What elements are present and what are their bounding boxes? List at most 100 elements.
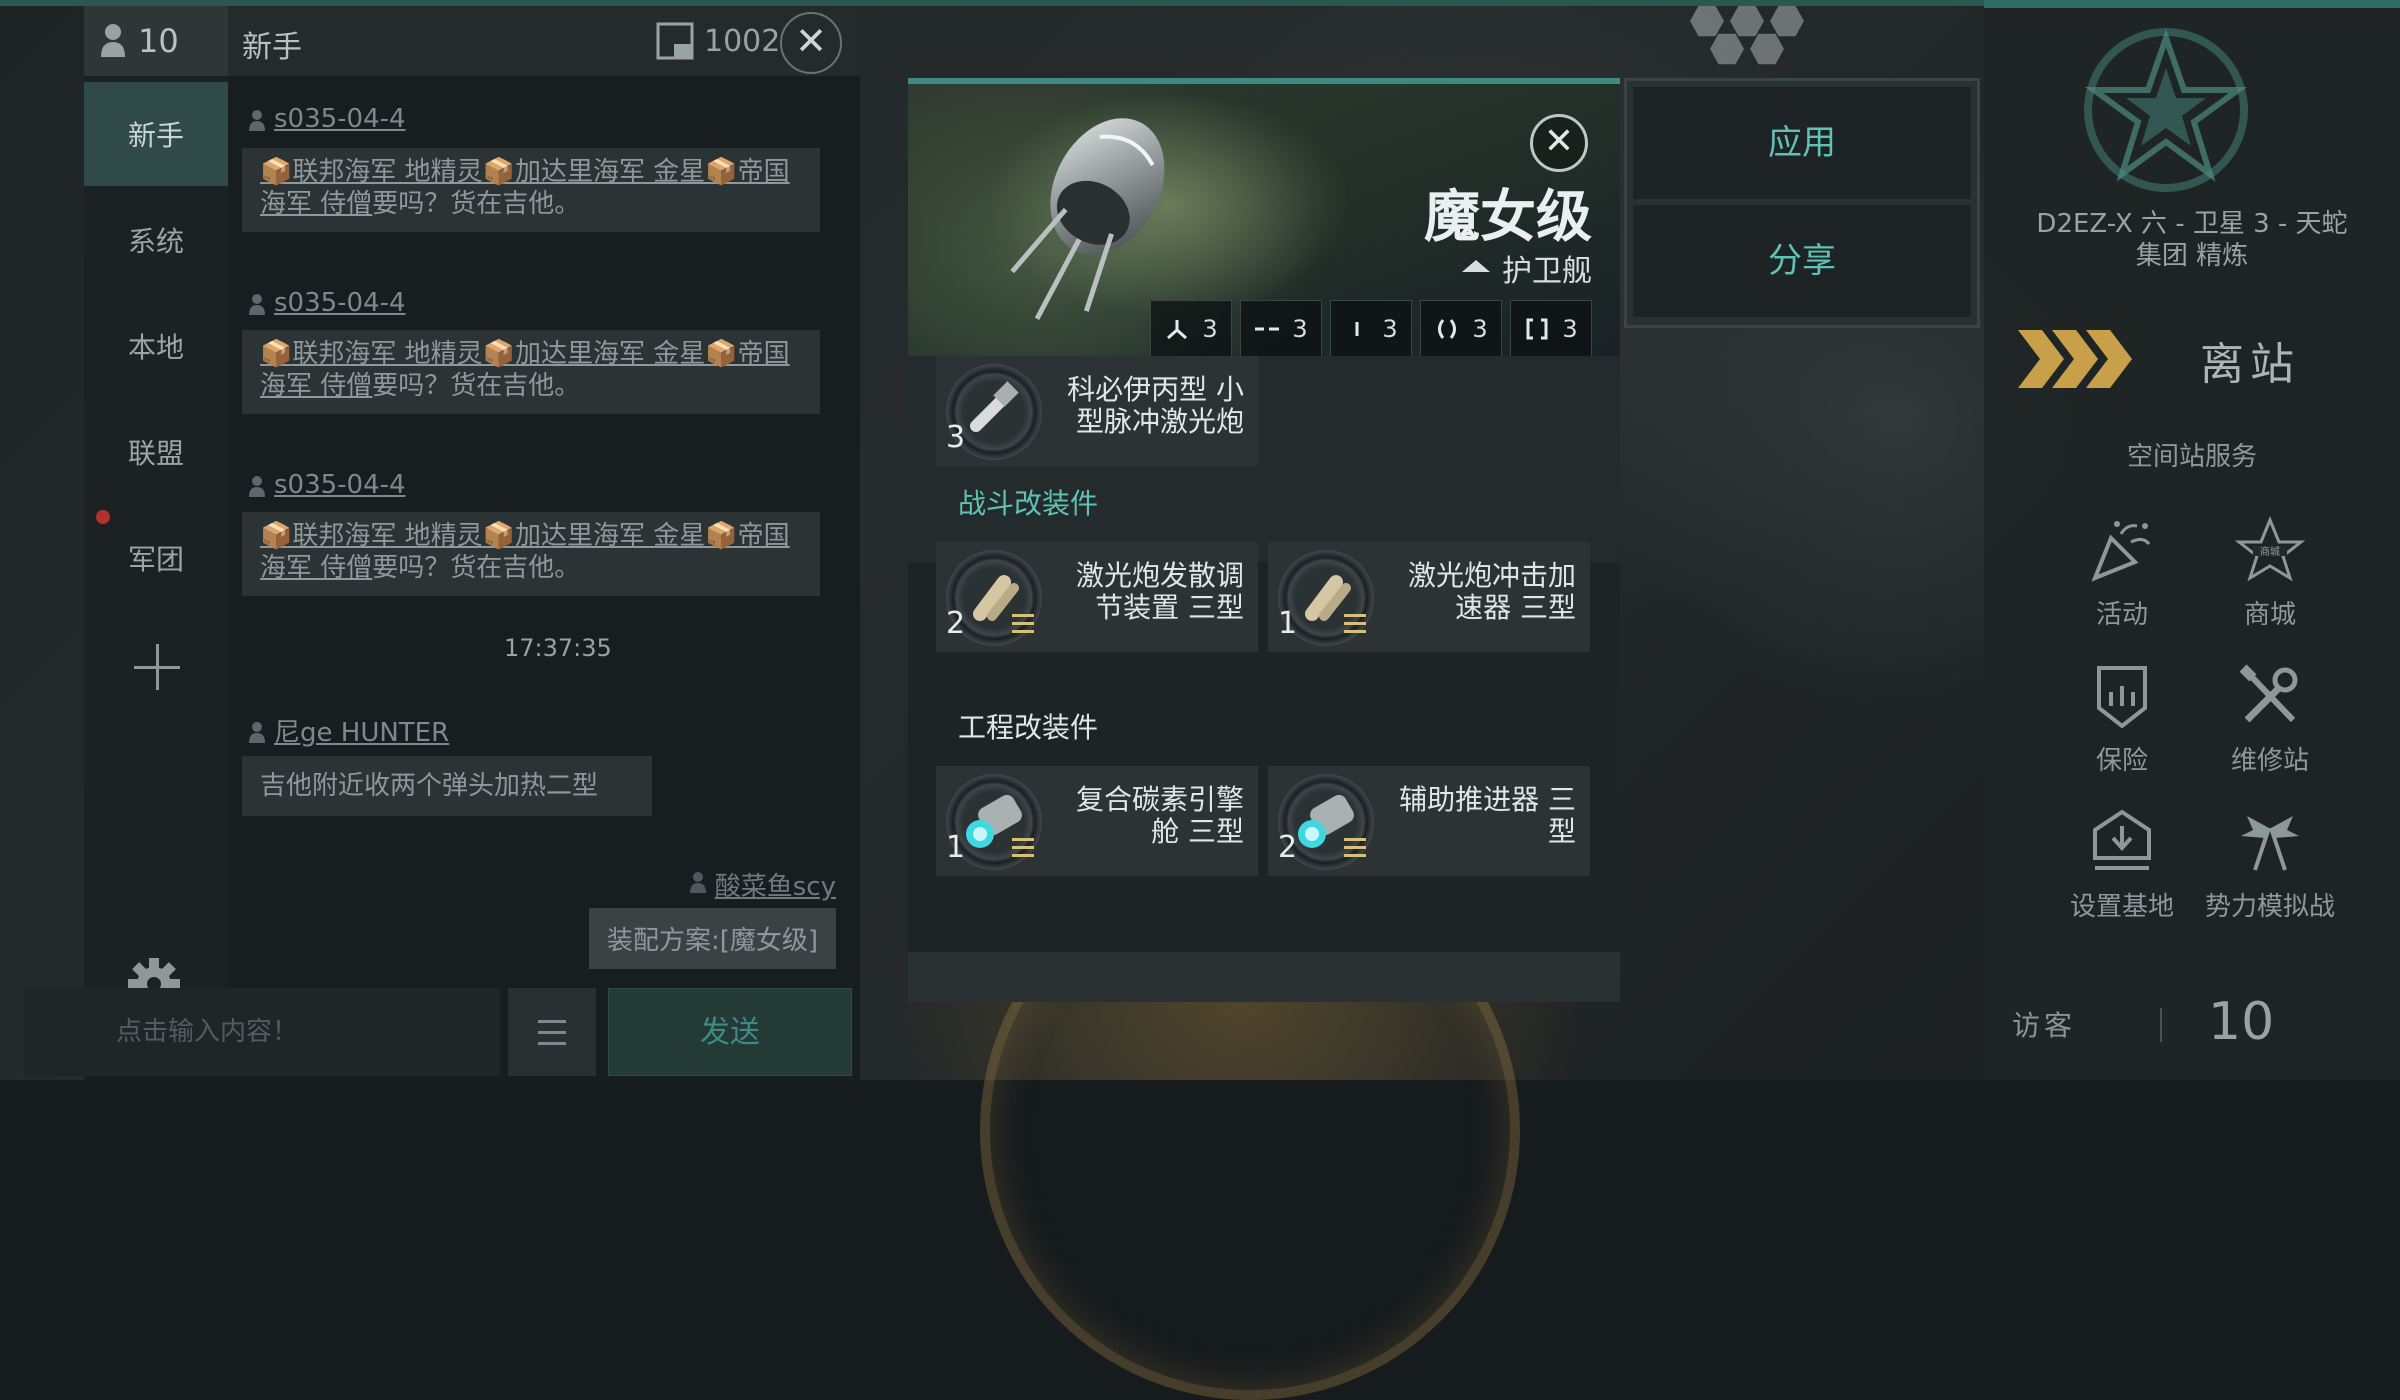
services-title: 空间站服务 (2126, 442, 2257, 472)
service-faction-battle[interactable]: 势力模拟战 (2190, 808, 2350, 923)
fitting-list: 3 科必伊丙型 小型脉冲激光炮 战斗改装件 2 激光炮发散调节装置 三型 1 激… (908, 356, 1620, 1002)
chat-input-row: 点击输入内容！ 发送 (24, 980, 860, 1080)
message-sender[interactable]: s035-04-4 (248, 104, 406, 134)
bracket-slot-icon (1524, 316, 1550, 342)
slot-weapon: 3 (1150, 300, 1232, 356)
slot-low: 3 (1420, 300, 1502, 356)
tier-three-icon (1344, 838, 1366, 858)
chevrons-icon (2018, 330, 2132, 388)
module-card-engineering-2[interactable]: 2 辅助推进器 三型 (1268, 766, 1590, 876)
slot-mid: 3 (1330, 300, 1412, 356)
faction-battle-icon (2235, 808, 2305, 878)
module-card-combat-2[interactable]: 1 激光炮冲击加速器 三型 (1268, 542, 1590, 652)
member-count: 10 (138, 22, 179, 60)
engineering-section-title: 工程改装件 (958, 711, 1099, 744)
svg-text:商城: 商城 (2260, 545, 2280, 558)
party-popper-icon (2087, 516, 2157, 586)
message-sender[interactable]: s035-04-4 (248, 288, 406, 318)
undock-button[interactable]: 离站 (2014, 318, 2374, 398)
send-button[interactable]: 发送 (608, 988, 852, 1076)
member-count-button[interactable]: 10 (84, 6, 228, 76)
channel-tab-system[interactable]: 系统 (84, 188, 228, 292)
service-activity[interactable]: 活动 (2042, 516, 2202, 631)
corporation-emblem-icon (2076, 20, 2256, 200)
message-timestamp: 17:37:35 (504, 634, 612, 662)
module-quantity: 2 (1278, 830, 1298, 865)
close-icon: ✕ (795, 19, 827, 63)
station-accent-line (1984, 0, 2400, 8)
module-name: 激光炮发散调节装置 三型 (1075, 559, 1244, 624)
chat-input[interactable]: 点击输入内容！ (24, 988, 500, 1076)
message-bubble[interactable]: 吉他附近收两个弹头加热二型 (242, 756, 652, 816)
channel-tab-local[interactable]: 本地 (84, 294, 228, 398)
chat-close-button[interactable]: ✕ (780, 12, 842, 74)
message-bubble[interactable]: 📦联邦海军 地精灵📦加达里海军 金星📦帝国海军 侍僧要吗？货在吉他。 (242, 512, 820, 596)
channel-title: 新手 (242, 30, 302, 65)
parens-slot-icon (1434, 316, 1460, 342)
module-card-engineering-1[interactable]: 1 复合碳素引擎舱 三型 (936, 766, 1258, 876)
share-button[interactable]: 分享 (1633, 205, 1971, 317)
module-card-weapon[interactable]: 3 科必伊丙型 小型脉冲激光炮 (936, 356, 1258, 466)
self-message-sender[interactable]: 酸菜鱼scy (689, 866, 836, 903)
channel-tab-alliance[interactable]: 联盟 (84, 400, 228, 504)
tier-three-icon (1344, 614, 1366, 634)
bar-slot-icon (1344, 316, 1370, 342)
module-name: 辅助推进器 三型 (1399, 783, 1576, 848)
module-quantity: 1 (946, 830, 966, 865)
module-name: 复合碳素引擎舱 三型 (1075, 783, 1244, 848)
message-bubble[interactable]: 📦联邦海军 地精灵📦加达里海军 金星📦帝国海军 侍僧要吗？货在吉他。 (242, 148, 820, 232)
service-repair[interactable]: 维修站 (2190, 662, 2350, 777)
station-panel: D2EZ-X 六 - 卫星 3 - 天蛇 集团 精炼 离站 空间站服务 活动 商… (1984, 0, 2400, 1080)
service-mall[interactable]: 商城 商城 (2190, 516, 2350, 631)
close-icon: ✕ (1543, 121, 1575, 162)
message-sender[interactable]: s035-04-4 (248, 470, 406, 500)
combat-section-title: 战斗改装件 (958, 487, 1099, 520)
service-insurance[interactable]: 保险 (2042, 662, 2202, 777)
window-icon[interactable] (656, 22, 694, 60)
divider (2160, 1008, 2162, 1042)
window-count: 1002 (704, 24, 781, 59)
unread-dot (96, 510, 110, 524)
module-quantity: 3 (946, 420, 966, 455)
message-bubble[interactable]: 📦联邦海军 地精灵📦加达里海军 金星📦帝国海军 侍僧要吗？货在吉他。 (242, 330, 820, 414)
dialog-close-button[interactable]: ✕ (1530, 114, 1588, 172)
slot-summary: 3 3 3 3 3 (1150, 300, 1592, 356)
message-sender[interactable]: 尼ge HUNTER (248, 712, 449, 749)
ship-hero-banner: ✕ 魔女级 护卫舰 3 3 3 3 3 (908, 84, 1620, 356)
ship-class: 护卫舰 (1462, 246, 1592, 290)
person-icon (248, 720, 266, 743)
module-name: 科必伊丙型 小型脉冲激光炮 (1067, 373, 1244, 438)
repair-tools-icon (2235, 662, 2305, 732)
tier-three-icon (1012, 614, 1034, 634)
slot-rig: 3 (1510, 300, 1592, 356)
channel-tab-newbie[interactable]: 新手 (84, 82, 228, 186)
mall-star-icon: 商城 (2234, 516, 2306, 586)
frigate-class-icon (1462, 260, 1490, 272)
module-quantity: 2 (946, 606, 966, 641)
module-quantity: 1 (1278, 606, 1298, 641)
dialog-footer (908, 952, 1620, 1002)
station-location: D2EZ-X 六 - 卫星 3 - 天蛇 集团 精炼 (2036, 209, 2348, 271)
module-name: 激光炮冲击加速器 三型 (1407, 559, 1576, 624)
set-base-icon (2087, 808, 2157, 878)
channel-nav: 新手 系统 本地 联盟 军团 (84, 76, 228, 1010)
service-set-base[interactable]: 设置基地 (2042, 808, 2202, 923)
chat-menu-button[interactable] (508, 988, 596, 1076)
ship-name: 魔女级 (1424, 185, 1592, 250)
self-message-bubble[interactable]: 装配方案:[魔女级] (588, 908, 836, 969)
insurance-icon (2087, 662, 2157, 732)
ship-fitting-dialog: ✕ 魔女级 护卫舰 3 3 3 3 3 3 科必伊丙型 小型脉冲激光炮 战斗改装… (908, 78, 1620, 1002)
tri-weapon-icon (1164, 316, 1190, 342)
visitor-label: 访客 (2012, 1009, 2077, 1042)
person-icon (248, 292, 266, 315)
person-icon (689, 870, 707, 900)
person-icon (248, 474, 266, 497)
person-icon (100, 23, 126, 59)
apply-button[interactable]: 应用 (1633, 87, 1971, 199)
visitor-bar[interactable]: 访客 10 (1984, 964, 2400, 1080)
tier-three-icon (1012, 838, 1034, 858)
chat-header: 10 新手 1002 ✕ (84, 6, 860, 76)
chat-panel: 10 新手 1002 ✕ 新手 系统 本地 联盟 军团 s035-04-4 📦联… (24, 6, 860, 1080)
add-channel-button[interactable] (134, 644, 180, 690)
module-card-combat-1[interactable]: 2 激光炮发散调节装置 三型 (936, 542, 1258, 652)
